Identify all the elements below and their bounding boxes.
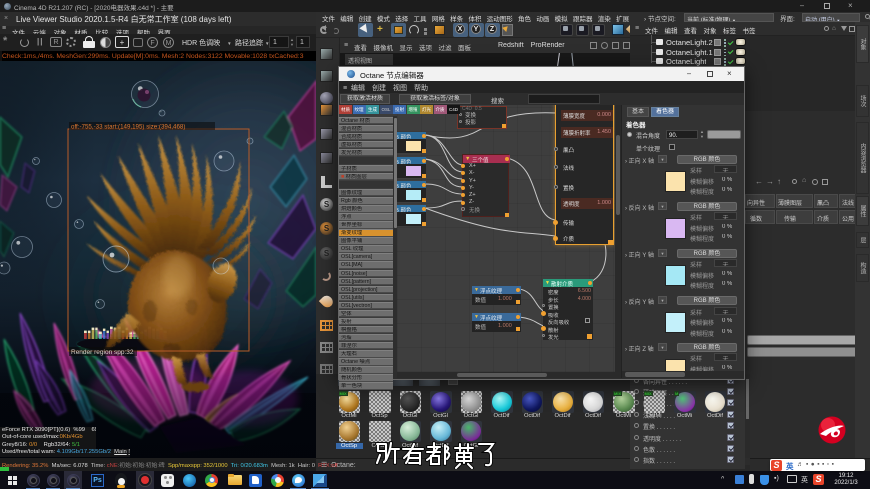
svg-text:off:-755,-33 start:(149,195) s: off:-755,-33 start:(149,195) size:(394,4… [71, 124, 185, 131]
svg-text:Render region spp:32: Render region spp:32 [71, 349, 134, 356]
